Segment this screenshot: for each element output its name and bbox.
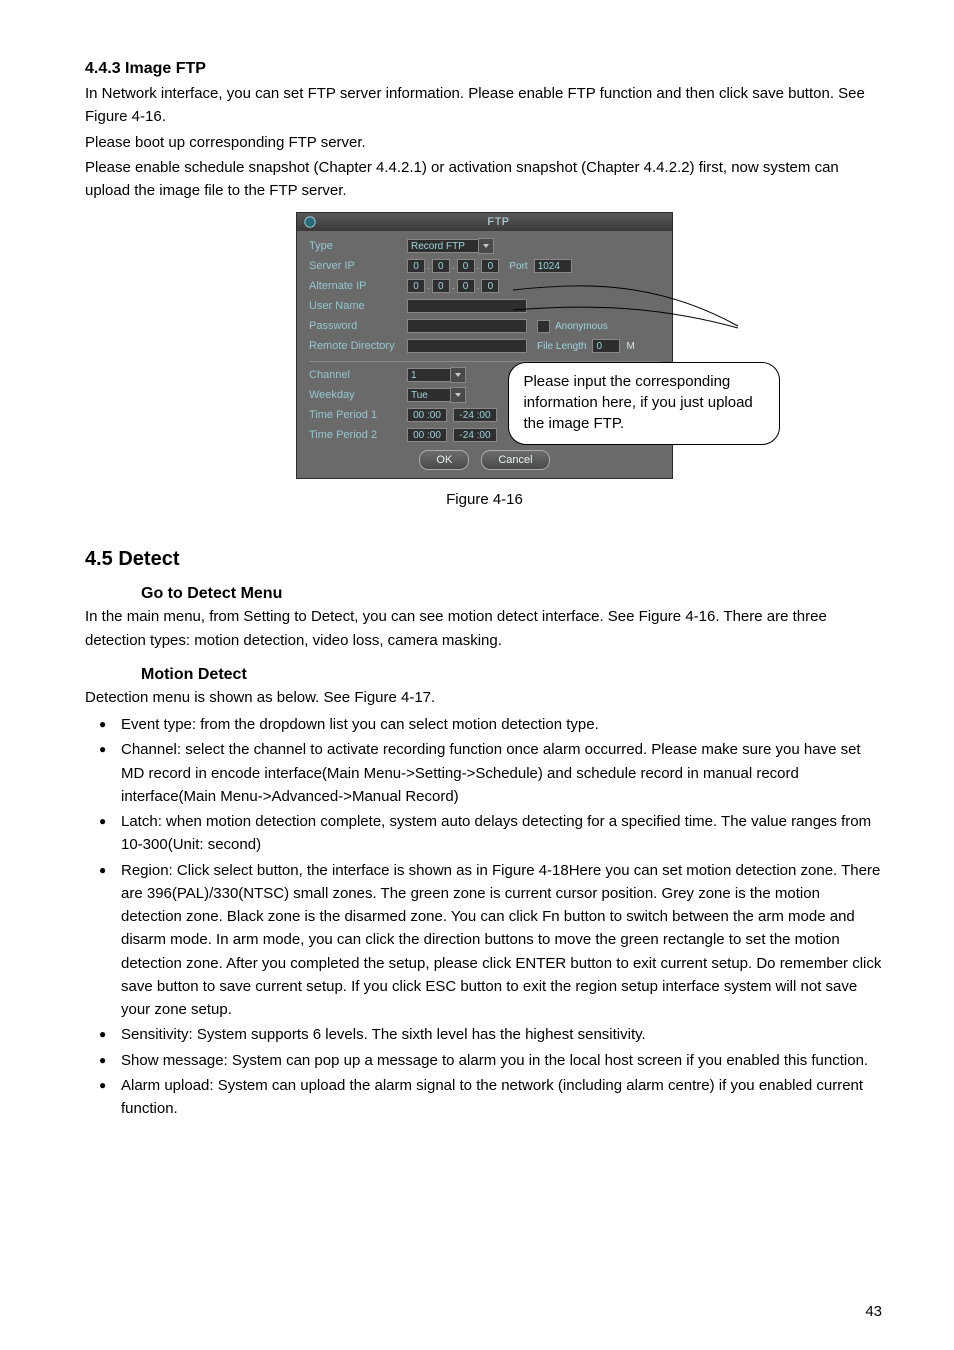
label-time-period-2: Time Period 2	[309, 429, 407, 441]
tp1-motion-checkbox[interactable]	[566, 407, 579, 420]
figure-ftp-dialog-wrap: FTP Type Record FTP Server IP 0. 0. 0. 0	[85, 212, 884, 479]
alternate-ip-input[interactable]: 0. 0. 0. 0	[407, 279, 499, 293]
ok-button[interactable]: OK	[419, 450, 469, 470]
label-server-ip: Server IP	[309, 260, 407, 272]
heading-image-ftp: 4.4.3 Image FTP	[85, 60, 884, 78]
ip-octet[interactable]: 0	[457, 259, 475, 273]
tp1-alarm-checkbox[interactable]	[526, 407, 539, 420]
channel-select[interactable]: 1	[407, 368, 451, 382]
paragraph-intro-2: Please boot up corresponding FTP server.	[85, 131, 884, 154]
label-remote-directory: Remote Directory	[309, 340, 407, 352]
heading-detect: 4.5 Detect	[85, 548, 884, 571]
weekday-select[interactable]: Tue	[407, 388, 451, 402]
ip-octet[interactable]: 0	[407, 279, 425, 293]
list-item: Region: Click select button, the interfa…	[85, 859, 884, 1022]
tp2-start[interactable]: 00 :00	[407, 428, 447, 442]
ip-octet[interactable]: 0	[432, 279, 450, 293]
cancel-button[interactable]: Cancel	[481, 450, 549, 470]
label-port: Port	[509, 261, 527, 272]
label-time-period-1: Time Period 1	[309, 409, 407, 421]
paragraph-intro-1: In Network interface, you can set FTP se…	[85, 82, 884, 129]
label-alternate-ip: Alternate IP	[309, 280, 407, 292]
motion-detect-bullets: Event type: from the dropdown list you c…	[85, 713, 884, 1120]
ip-octet[interactable]: 0	[481, 259, 499, 273]
password-input[interactable]	[407, 319, 527, 333]
tp2-end[interactable]: -24 :00	[453, 428, 497, 442]
tp2-motion-checkbox[interactable]	[566, 427, 579, 440]
list-item: Alarm upload: System can upload the alar…	[85, 1074, 884, 1121]
port-input[interactable]: 1024	[534, 259, 572, 273]
label-weekday: Weekday	[309, 389, 407, 401]
file-length-input[interactable]: 0	[592, 339, 620, 353]
label-password: Password	[309, 320, 407, 332]
anonymous-checkbox[interactable]	[537, 320, 550, 333]
select-type[interactable]: Record FTP	[407, 239, 479, 253]
tp1-end[interactable]: -24 :00	[453, 408, 497, 422]
list-item: Latch: when motion detection complete, s…	[85, 810, 884, 857]
chevron-down-icon[interactable]	[450, 387, 466, 403]
ftp-titlebar: FTP	[297, 213, 672, 231]
tp2-alarm-checkbox[interactable]	[526, 427, 539, 440]
user-name-input[interactable]	[407, 299, 527, 313]
remote-directory-input[interactable]	[407, 339, 527, 353]
divider	[309, 361, 660, 362]
paragraph-intro-3: Please enable schedule snapshot (Chapter…	[85, 156, 884, 203]
ftp-title-text: FTP	[325, 216, 672, 228]
label-channel: Channel	[309, 369, 407, 381]
ip-octet[interactable]: 0	[432, 259, 450, 273]
list-item: Channel: select the channel to activate …	[85, 738, 884, 808]
ftp-dialog: FTP Type Record FTP Server IP 0. 0. 0. 0	[296, 212, 673, 479]
subheading-motion-detect: Motion Detect	[141, 666, 884, 684]
tp1-general-checkbox[interactable]	[608, 407, 621, 420]
label-type: Type	[309, 240, 407, 252]
page-number: 43	[865, 1303, 882, 1320]
server-ip-input[interactable]: 0. 0. 0. 0	[407, 259, 499, 273]
tp1-start[interactable]: 00 :00	[407, 408, 447, 422]
list-item: Event type: from the dropdown list you c…	[85, 713, 884, 736]
app-icon	[303, 215, 317, 229]
label-file-length: File Length	[537, 341, 586, 352]
subheading-go-to-detect-menu: Go to Detect Menu	[141, 585, 884, 603]
label-file-unit: M	[626, 341, 634, 352]
label-anonymous: Anonymous	[555, 321, 608, 332]
list-item: Sensitivity: System supports 6 levels. T…	[85, 1023, 884, 1046]
ip-octet[interactable]: 0	[407, 259, 425, 273]
label-user-name: User Name	[309, 300, 407, 312]
tp2-general-checkbox[interactable]	[608, 427, 621, 440]
col-motion: Motion	[548, 390, 588, 401]
figure-caption: Figure 4-16	[85, 491, 884, 508]
col-alarm: Alarm	[508, 390, 548, 401]
ip-octet[interactable]: 0	[457, 279, 475, 293]
ip-octet[interactable]: 0	[481, 279, 499, 293]
chevron-down-icon[interactable]	[478, 238, 494, 254]
chevron-down-icon[interactable]	[450, 367, 466, 383]
list-item: Show message: System can pop up a messag…	[85, 1049, 884, 1072]
paragraph-motion-intro: Detection menu is shown as below. See Fi…	[85, 686, 884, 709]
col-general: General	[588, 390, 632, 401]
paragraph-detect-menu: In the main menu, from Setting to Detect…	[85, 605, 884, 652]
